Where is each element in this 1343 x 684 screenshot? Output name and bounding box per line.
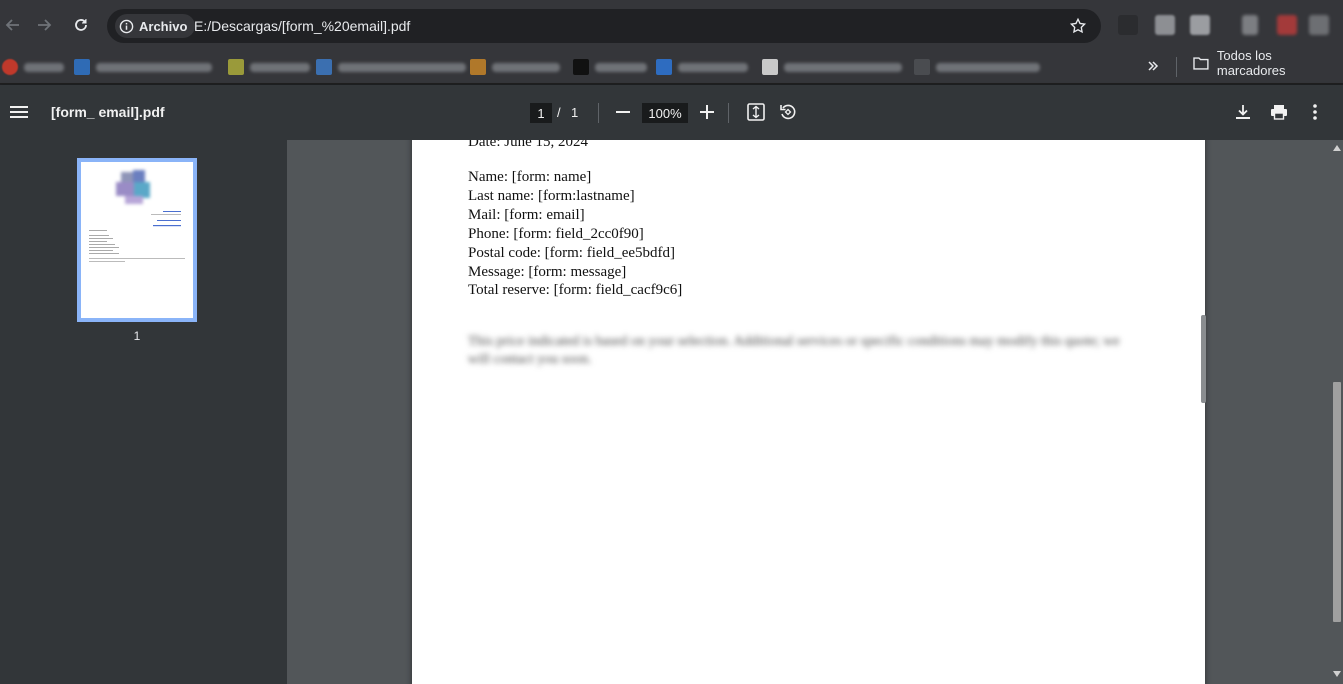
field-phone: Phone: [form: field_2cc0f90] [468,225,644,242]
bookmark-item[interactable] [573,56,647,78]
folder-icon [1193,57,1209,70]
site-info-label: Archivo [139,18,188,34]
download-icon [1236,105,1250,119]
profile-avatar[interactable] [1277,15,1297,35]
field-message: Message: [form: message] [468,263,627,280]
address-bar[interactable]: Archivo E:/Descargas/[form_%20email].pdf [107,9,1101,43]
all-bookmarks-label: Todos los marcadores [1216,48,1286,78]
zoom-input[interactable]: 100% [642,103,688,123]
url-text[interactable]: E:/Descargas/[form_%20email].pdf [194,18,410,34]
extension-icon[interactable] [1242,15,1258,35]
bookmark-favicon-icon [573,59,589,75]
bookmark-favicon-icon [74,59,90,75]
bookmark-item[interactable] [656,56,748,78]
bookmark-favicon-icon [316,59,332,75]
bookmark-label [492,62,560,72]
scrollbar-thumb[interactable] [1333,382,1341,622]
rotate-button[interactable] [777,101,799,123]
bookmark-favicon-icon [2,59,18,75]
bookmark-label [96,62,212,72]
thumbnail-page-number: 1 [133,329,141,343]
plus-icon [700,105,714,119]
bookmark-favicon-icon [762,59,778,75]
back-button[interactable] [0,12,26,38]
thumbnail-preview [89,170,185,262]
blurred-paragraph: This price indicated is based on your se… [468,334,1120,367]
form-field-list: Name: [form: name] Last name: [form:last… [468,168,682,300]
browser-toolbar: Archivo E:/Descargas/[form_%20email].pdf [0,0,1343,50]
bookmark-item[interactable] [228,56,310,78]
site-info-chip[interactable]: Archivo [115,14,196,38]
bookmark-label [595,62,647,72]
download-button[interactable] [1232,101,1254,123]
bookmarks-divider [1176,57,1177,77]
fit-page-button[interactable] [745,101,767,123]
printer-icon [1271,105,1287,120]
field-last-name: Last name: [form:lastname] [468,187,635,204]
all-bookmarks-button[interactable]: Todos los marcadores [1193,48,1343,78]
bookmark-label [24,62,64,72]
thumbnail-sidebar: 1 [0,140,287,684]
bookmark-label [936,62,1040,72]
zoom-in-button[interactable] [696,101,718,123]
bookmark-label [338,62,466,72]
print-button[interactable] [1268,101,1290,123]
page-thumbnail[interactable] [77,158,197,322]
chevron-double-right-icon [1148,61,1159,71]
page-total: 1 [571,105,579,120]
menu-icon [10,106,28,118]
bookmark-label [250,62,310,72]
extension-icon[interactable] [1190,15,1210,35]
bookmark-favicon-icon [470,59,486,75]
document-date: Date: June 15, 2024 [468,140,588,150]
minus-icon [616,111,630,113]
sidebar-toggle-button[interactable] [8,101,30,123]
bookmark-item[interactable] [74,56,212,78]
bookmark-label [784,62,902,72]
page-number-input[interactable]: 1 [530,103,552,123]
extension-icon[interactable] [1155,15,1175,35]
toolbar-divider [728,103,729,123]
extension-icon[interactable] [1118,15,1138,35]
reload-button[interactable] [68,12,94,38]
more-bookmarks-button[interactable] [1146,59,1160,78]
scroll-down-icon [1333,671,1341,677]
fit-to-page-icon [747,103,765,121]
document-title: [form_ email].pdf [51,104,165,120]
field-name: Name: [form: name] [468,169,592,185]
page-scrollbar[interactable] [1330,140,1343,684]
document-viewer[interactable]: Date: June 15, 2024 Name: [form: name] L… [287,140,1330,684]
page-separator: / [557,105,561,120]
pdf-page: Date: June 15, 2024 Name: [form: name] L… [412,140,1205,684]
bookmark-item[interactable] [762,56,902,78]
arrow-left-icon [5,19,19,31]
toolbar-divider [598,103,599,123]
bookmark-item[interactable] [914,56,1040,78]
pdf-toolbar: [form_ email].pdf 1 / 1 100% [0,85,1343,140]
scroll-up-icon [1333,145,1341,151]
bookmark-item[interactable] [470,56,560,78]
bookmark-favicon-icon [656,59,672,75]
viewer-scroll-indicator[interactable] [1201,315,1206,403]
more-options-button[interactable] [1304,101,1326,123]
bookmarks-bar [0,50,1343,84]
reload-icon [75,19,87,31]
bookmark-label [678,62,748,72]
arrow-right-icon [38,19,52,31]
field-postal-code: Postal code: [form: field_ee5bdfd] [468,244,676,261]
bookmark-item[interactable] [2,56,64,78]
bookmark-favicon-icon [228,59,244,75]
star-icon [1069,17,1087,34]
more-vert-icon [1313,104,1317,120]
forward-button[interactable] [31,12,57,38]
bookmark-star-button[interactable] [1069,17,1087,40]
bookmark-item[interactable] [316,56,466,78]
bookmark-favicon-icon [914,59,930,75]
rotate-icon [780,104,796,120]
zoom-out-button[interactable] [612,101,634,123]
field-total-reserve: Total reserve: [form: field_cacf9c6] [468,282,683,299]
info-icon [119,19,134,33]
field-mail: Mail: [form: email] [468,206,585,223]
extension-icon[interactable] [1309,15,1329,35]
